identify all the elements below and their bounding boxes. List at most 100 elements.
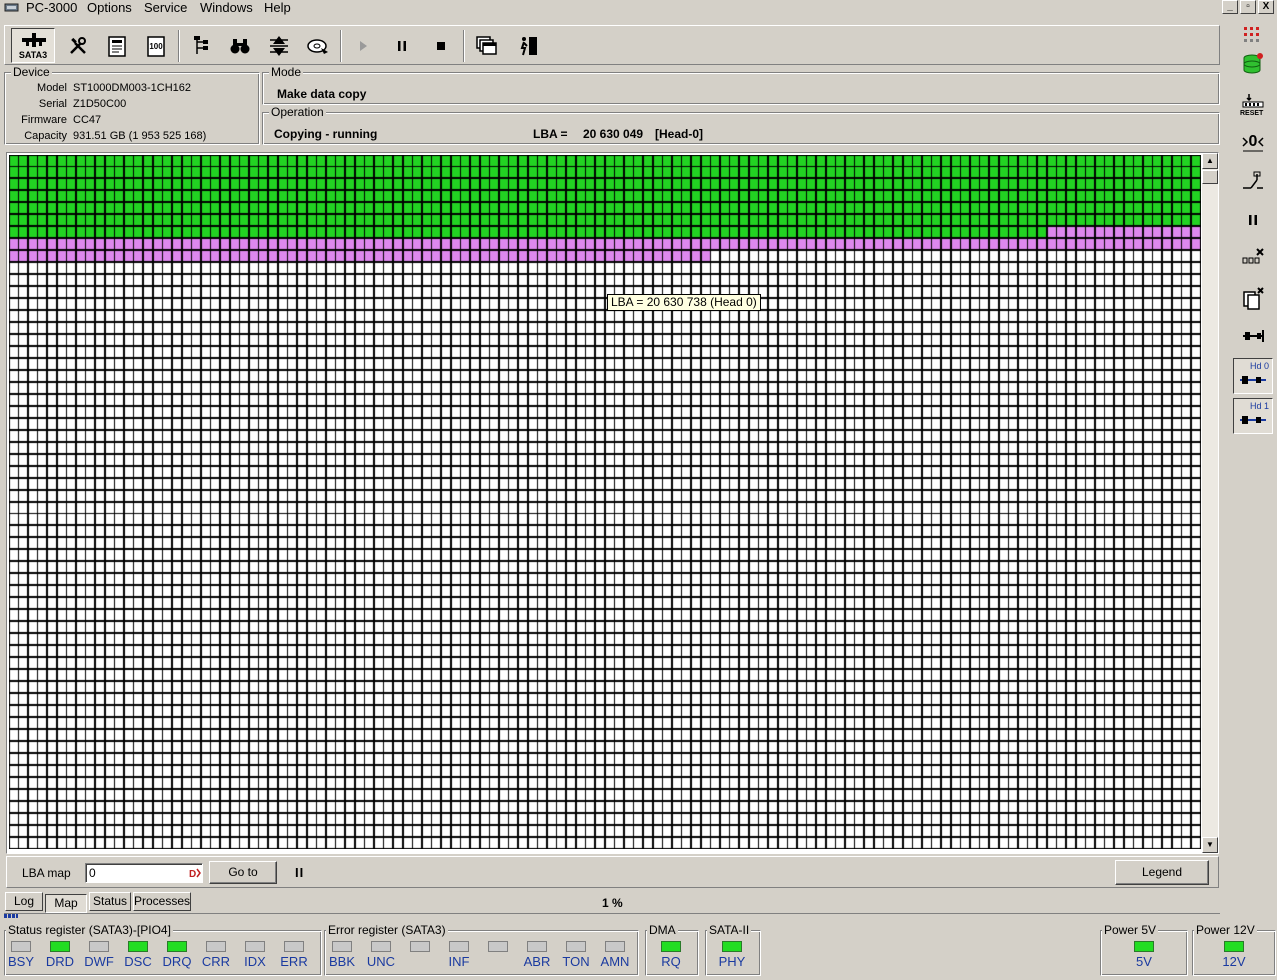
reset-label: RESET bbox=[1240, 110, 1264, 117]
cascade-windows-icon bbox=[476, 36, 497, 55]
register-bit-label: ERR bbox=[280, 954, 308, 969]
register-bit-label: IDX bbox=[244, 954, 266, 969]
exit-button[interactable] bbox=[513, 31, 543, 61]
pause-button[interactable] bbox=[387, 31, 417, 61]
register-led bbox=[50, 941, 70, 952]
register-led bbox=[488, 941, 508, 952]
smart-button[interactable]: 100 bbox=[141, 31, 171, 61]
register-bit-label: TON bbox=[562, 954, 590, 969]
register-bit-label: BBK bbox=[328, 954, 355, 969]
model-value: ST1000DM003-1CH162 bbox=[73, 82, 192, 94]
lba-block-map[interactable] bbox=[9, 155, 1201, 849]
menu-options[interactable]: Options bbox=[87, 0, 132, 16]
toolbar-separator bbox=[340, 30, 342, 62]
tools-button[interactable] bbox=[63, 31, 93, 61]
menu-service[interactable]: Service bbox=[144, 0, 187, 16]
operation-lba-value: 20 630 049 bbox=[583, 127, 644, 141]
map-vertical-scrollbar[interactable]: ▲ ▼ bbox=[1202, 153, 1218, 853]
database-button[interactable] bbox=[1236, 48, 1270, 80]
close-button[interactable]: X bbox=[1258, 0, 1274, 14]
sector-defects-button[interactable] bbox=[1236, 242, 1270, 274]
register-led bbox=[722, 941, 742, 952]
operation-head: [Head-0] bbox=[655, 127, 704, 141]
tab-processes[interactable]: Processes bbox=[133, 892, 191, 911]
lba-map-input[interactable] bbox=[85, 863, 203, 883]
progress-percent: 1 % bbox=[602, 896, 623, 910]
heads-map-button[interactable] bbox=[264, 31, 294, 61]
status-register-title: Status register (SATA3)-[PIO4] bbox=[6, 923, 173, 937]
tab-status[interactable]: Status bbox=[89, 892, 131, 911]
copy-disk-button[interactable] bbox=[303, 31, 333, 61]
register-led bbox=[1134, 941, 1154, 952]
head-0-label: Hd 0 bbox=[1249, 361, 1269, 371]
sector-defects-icon bbox=[1242, 248, 1264, 264]
register-bit-label: AMN bbox=[600, 954, 630, 969]
exit-door-icon bbox=[520, 37, 537, 56]
scroll-up-button[interactable]: ▲ bbox=[1202, 153, 1218, 169]
toolbar-separator bbox=[463, 30, 465, 62]
register-led bbox=[605, 941, 625, 952]
register-led bbox=[371, 941, 391, 952]
database-icon bbox=[1243, 53, 1263, 74]
serial-label: Serial bbox=[38, 98, 67, 110]
toolbar: SATA3 100 bbox=[4, 25, 1220, 65]
play-button[interactable] bbox=[348, 31, 378, 61]
lba-map-label: LBA map bbox=[22, 866, 71, 880]
head-1-button[interactable]: Hd 1 bbox=[1233, 398, 1273, 434]
register-led bbox=[245, 941, 265, 952]
right-pause-button[interactable] bbox=[1236, 204, 1270, 236]
sata-port-icon bbox=[22, 33, 46, 47]
search-button[interactable] bbox=[225, 31, 255, 61]
windows-button[interactable] bbox=[471, 31, 501, 61]
legend-button[interactable]: Legend bbox=[1115, 860, 1209, 885]
menu-windows[interactable]: Windows bbox=[200, 0, 253, 16]
restore-button[interactable]: ▫ bbox=[1240, 0, 1256, 14]
tab-log[interactable]: Log bbox=[5, 892, 43, 911]
lba-input-spin-icon[interactable]: D bbox=[189, 866, 201, 880]
passport-icon bbox=[108, 36, 126, 57]
play-icon bbox=[360, 41, 367, 51]
progress-bar-fill bbox=[4, 914, 18, 918]
passport-button[interactable] bbox=[102, 31, 132, 61]
zero-counter-button[interactable]: 0 bbox=[1236, 126, 1270, 158]
register-bit-label: 12V bbox=[1222, 954, 1246, 969]
tree-button[interactable] bbox=[186, 31, 216, 61]
map-pause-button[interactable]: II bbox=[295, 865, 304, 880]
map-controls: LBA map D Go to II Legend bbox=[6, 856, 1219, 888]
delete-copy-button[interactable] bbox=[1236, 282, 1270, 314]
power-5v-panel: Power 5V 5V bbox=[1100, 923, 1188, 976]
app-title: PC-3000 bbox=[26, 0, 78, 15]
dma-panel: DMA RQ bbox=[645, 923, 699, 976]
menu-help[interactable]: Help bbox=[264, 0, 291, 16]
register-bit-label: RQ bbox=[661, 954, 681, 969]
power-12v-title: Power 12V bbox=[1194, 923, 1257, 937]
register-bit-label: DRQ bbox=[162, 954, 192, 969]
stop-button[interactable] bbox=[426, 31, 456, 61]
grid-dots-icon bbox=[1244, 27, 1259, 42]
tab-map[interactable]: Map bbox=[45, 894, 87, 913]
pause-icon bbox=[1249, 215, 1257, 225]
minimize-button[interactable]: _ bbox=[1222, 0, 1238, 14]
scroll-thumb[interactable] bbox=[1202, 170, 1218, 184]
head-arm-icon bbox=[1243, 330, 1264, 342]
scroll-down-button[interactable]: ▼ bbox=[1202, 837, 1218, 853]
goto-button[interactable]: Go to bbox=[209, 861, 277, 884]
app-logo-icon bbox=[4, 3, 19, 12]
power-5v-title: Power 5V bbox=[1102, 923, 1159, 937]
firmware-value: CC47 bbox=[73, 114, 102, 126]
sata3-port-button[interactable]: SATA3 bbox=[11, 28, 55, 63]
right-toolbar: RESET 0 Hd 0 Hd 1 bbox=[1231, 18, 1275, 438]
model-label: Model bbox=[37, 82, 67, 94]
power-switch-button[interactable] bbox=[1236, 166, 1270, 198]
heads-map-icon bbox=[270, 36, 288, 56]
register-led bbox=[206, 941, 226, 952]
reset-button[interactable]: RESET bbox=[1236, 88, 1270, 120]
capacity-value: 931.51 GB (1 953 525 168) bbox=[73, 130, 207, 142]
register-led bbox=[1224, 941, 1244, 952]
register-bit-label: PHY bbox=[718, 954, 746, 969]
operation-panel: Operation Copying - running LBA = 20 630… bbox=[262, 105, 1220, 145]
menu-bar: PC-3000 Options Service Windows Help bbox=[0, 0, 1224, 16]
heads-button[interactable] bbox=[1236, 320, 1270, 352]
tree-icon bbox=[194, 36, 208, 54]
head-0-button[interactable]: Hd 0 bbox=[1233, 358, 1273, 394]
